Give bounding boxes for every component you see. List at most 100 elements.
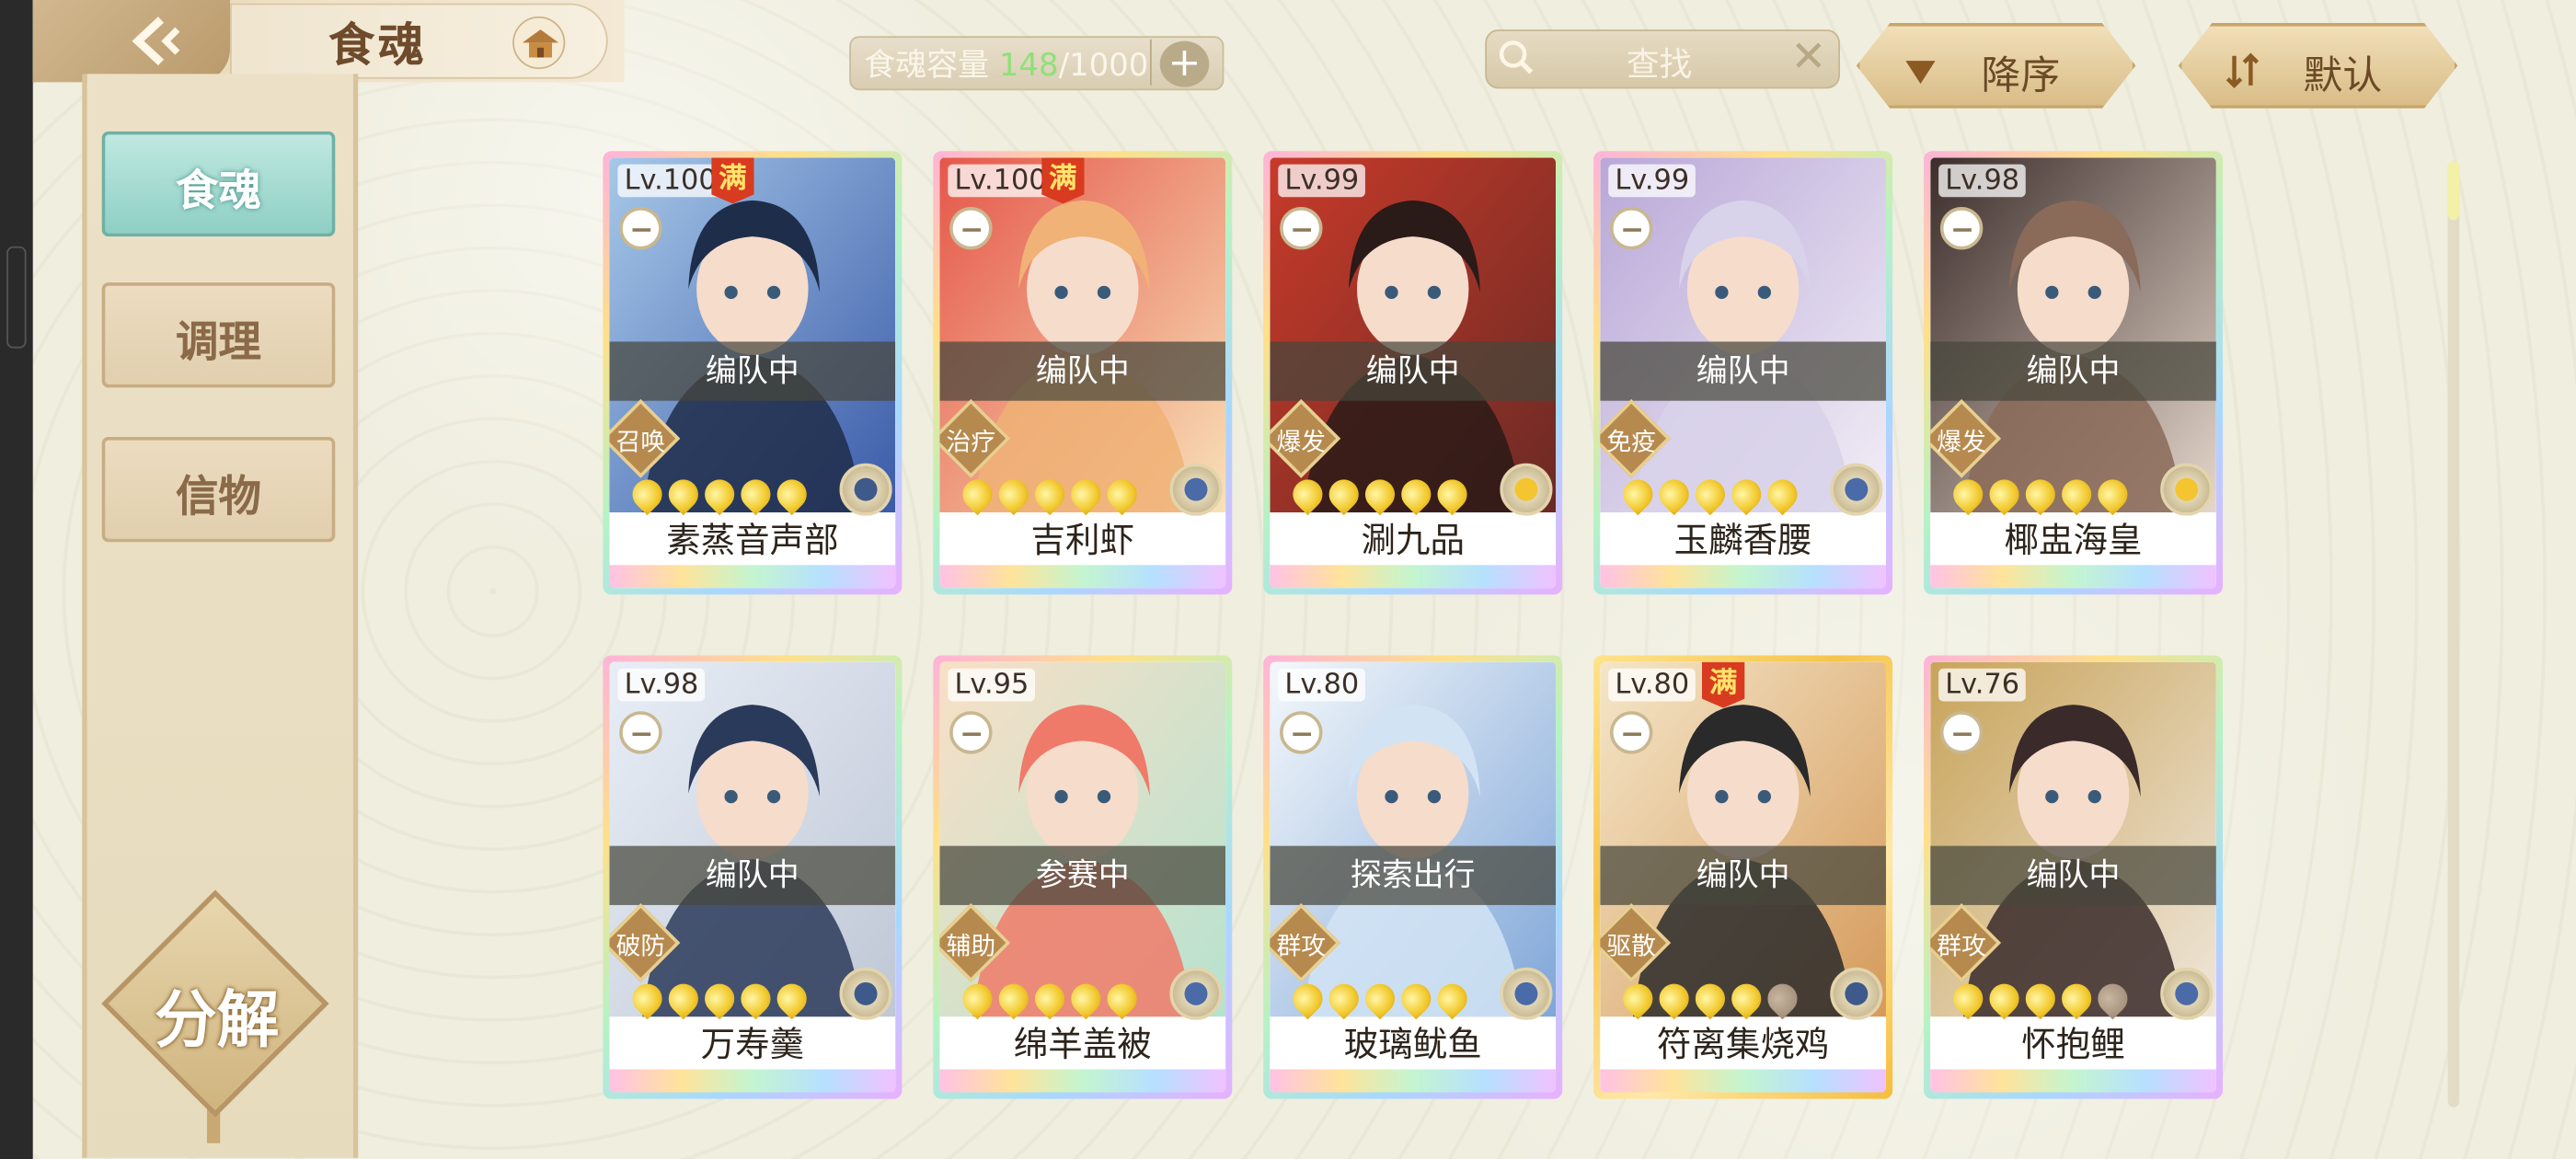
role-label: 群攻 [1276, 931, 1327, 961]
lock-icon[interactable] [619, 206, 662, 250]
tab-tokens[interactable]: 信物 [101, 436, 336, 543]
role-label: 治疗 [946, 427, 996, 457]
status-label: 编队中 [1930, 341, 2216, 401]
star-icon [770, 473, 813, 516]
star-icon [1359, 977, 1401, 1020]
capacity-divider [1149, 39, 1152, 86]
sort-mode-button[interactable]: 默认 [2178, 22, 2458, 109]
card-body: Lv.99 编队中 爆发 涮九品 [1270, 157, 1557, 589]
lock-icon[interactable] [1280, 711, 1323, 754]
back-arrow-icon [132, 17, 180, 66]
star-icon [1947, 473, 1989, 516]
star-icon [1616, 473, 1660, 516]
level-label: Lv.95 [948, 668, 1036, 702]
tab-cooking[interactable]: 调理 [101, 282, 336, 388]
star-icon [1983, 977, 2026, 1020]
star-rating [1616, 473, 1804, 516]
card-footer [1600, 565, 1886, 589]
card-footer [1930, 565, 2216, 589]
star-icon [1286, 977, 1329, 1020]
star-icon [2091, 977, 2134, 1020]
star-rating [1947, 977, 2134, 1020]
star-icon [1100, 977, 1144, 1020]
lock-icon[interactable] [1939, 206, 1984, 250]
star-icon [2055, 473, 2098, 516]
lock-icon[interactable] [1939, 711, 1984, 754]
star-rating [626, 473, 813, 516]
home-icon[interactable] [512, 16, 566, 69]
food-soul-card[interactable]: Lv.99 编队中 爆发 涮九品 [1263, 151, 1563, 595]
add-capacity-button[interactable]: + [1159, 40, 1210, 87]
blossom-icon [1500, 463, 1553, 516]
character-name: 怀抱鲤 [1930, 1019, 2216, 1070]
tab-label: 信物 [176, 473, 261, 522]
food-soul-card[interactable]: Lv.80 满 编队中 驱散 符离集烧鸡 [1593, 655, 1893, 1099]
star-icon [1689, 473, 1731, 516]
lock-icon[interactable] [1280, 206, 1323, 250]
star-icon [1064, 473, 1108, 516]
role-badge: 爆发 [1270, 398, 1341, 479]
character-name: 玉麟香腰 [1600, 515, 1886, 566]
back-button[interactable] [32, 0, 230, 83]
card-footer [609, 565, 896, 589]
star-icon [1983, 473, 2026, 516]
lock-icon[interactable] [619, 711, 662, 754]
food-soul-card[interactable]: Lv.76 编队中 群攻 怀抱鲤 [1924, 655, 2224, 1099]
close-icon[interactable]: ✕ [1790, 33, 1826, 83]
element-core [1845, 477, 1869, 501]
level-label: Lv.100 [948, 164, 1053, 198]
element-core [2175, 981, 2199, 1005]
element-core [2175, 477, 2199, 501]
scrollbar-thumb[interactable] [2447, 160, 2460, 221]
tab-label: 食魂 [176, 167, 261, 217]
decompose-label[interactable]: 分解 [138, 970, 295, 1060]
level-label: Lv.98 [1938, 164, 2027, 198]
status-label: 编队中 [1270, 341, 1557, 401]
food-soul-card[interactable]: Lv.100 满 编队中 召唤 素蒸音声部 [603, 151, 903, 595]
star-icon [698, 977, 741, 1020]
star-icon [1286, 473, 1329, 516]
role-badge: 群攻 [1930, 903, 2002, 983]
max-level-badge: 满 [1701, 661, 1745, 708]
role-badge: 驱散 [1600, 903, 1672, 983]
food-soul-card[interactable]: Lv.100 满 编队中 治疗 吉利虾 [933, 151, 1233, 595]
card-body: Lv.100 满 编队中 召唤 素蒸音声部 [609, 157, 896, 589]
star-icon [662, 473, 705, 516]
star-icon [770, 977, 813, 1020]
food-soul-card[interactable]: Lv.98 编队中 破防 万寿羹 [603, 655, 903, 1099]
status-label: 编队中 [1600, 845, 1886, 905]
search-input[interactable]: 查找 [1627, 38, 1692, 86]
lock-icon[interactable] [1609, 711, 1653, 754]
card-body: Lv.99 编队中 免疫 玉麟香腰 [1600, 157, 1886, 589]
gear-icon [839, 463, 892, 516]
tab-food-souls[interactable]: 食魂 [101, 131, 336, 237]
sort-order-button[interactable]: 降序 [1856, 22, 2136, 109]
star-icon [2019, 977, 2062, 1020]
lock-icon[interactable] [949, 206, 993, 250]
star-rating [1947, 473, 2134, 516]
scrollbar[interactable] [2447, 160, 2460, 1107]
card-footer [939, 565, 1226, 589]
star-icon [626, 473, 669, 516]
element-core [1845, 981, 1869, 1005]
star-rating [1616, 977, 1804, 1020]
star-icon [734, 473, 777, 516]
star-icon [1431, 473, 1474, 516]
food-soul-card[interactable]: Lv.99 编队中 免疫 玉麟香腰 [1593, 151, 1893, 595]
star-icon [1652, 977, 1696, 1020]
blossom-icon [2160, 463, 2214, 516]
food-soul-card[interactable]: Lv.98 编队中 爆发 椰盅海皇 [1924, 151, 2224, 595]
role-badge: 破防 [609, 903, 681, 983]
character-name: 涮九品 [1270, 515, 1557, 566]
food-soul-card[interactable]: Lv.80 探索出行 群攻 玻璃鱿鱼 [1263, 655, 1563, 1099]
search-icon [1499, 40, 1534, 75]
character-name: 素蒸音声部 [609, 515, 896, 566]
gear-icon [1830, 967, 1883, 1020]
card-footer [609, 1069, 896, 1093]
pavilion-icon [522, 29, 559, 58]
star-icon [1029, 473, 1071, 516]
max-level-badge: 满 [711, 157, 754, 204]
food-soul-card[interactable]: Lv.95 参赛中 辅助 绵羊盖被 [933, 655, 1233, 1099]
lock-icon[interactable] [949, 711, 993, 754]
lock-icon[interactable] [1609, 206, 1653, 250]
